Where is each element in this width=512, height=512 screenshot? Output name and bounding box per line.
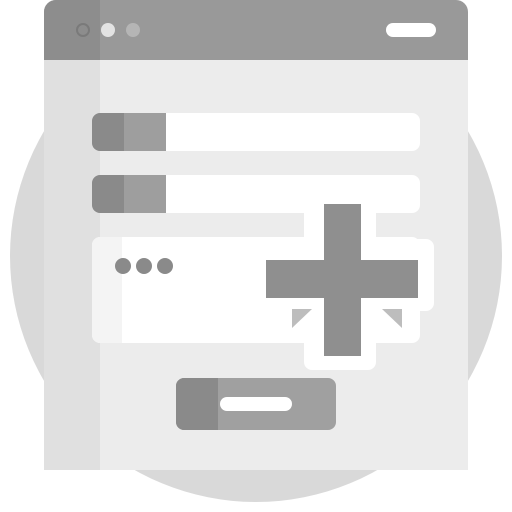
illustration [0, 0, 512, 512]
ellipsis-icon [115, 258, 173, 274]
ellipsis-dot [115, 258, 131, 274]
textarea-shadow [92, 237, 122, 343]
add-button[interactable] [262, 200, 432, 366]
submit-label-bar [220, 397, 292, 411]
form-field-1[interactable] [92, 113, 420, 151]
submit-shadow [176, 378, 218, 430]
window-menu-bar[interactable] [386, 23, 436, 37]
maximize-dot[interactable] [126, 23, 140, 37]
field-2-icon [92, 175, 166, 213]
close-dot[interactable] [76, 23, 90, 37]
titlebar-shadow [44, 0, 100, 60]
window-shadow [44, 0, 100, 470]
window-titlebar [44, 0, 468, 60]
submit-button[interactable] [176, 378, 336, 430]
field-1-icon [92, 113, 166, 151]
ellipsis-dot [136, 258, 152, 274]
ellipsis-dot [157, 258, 173, 274]
minimize-dot[interactable] [101, 23, 115, 37]
